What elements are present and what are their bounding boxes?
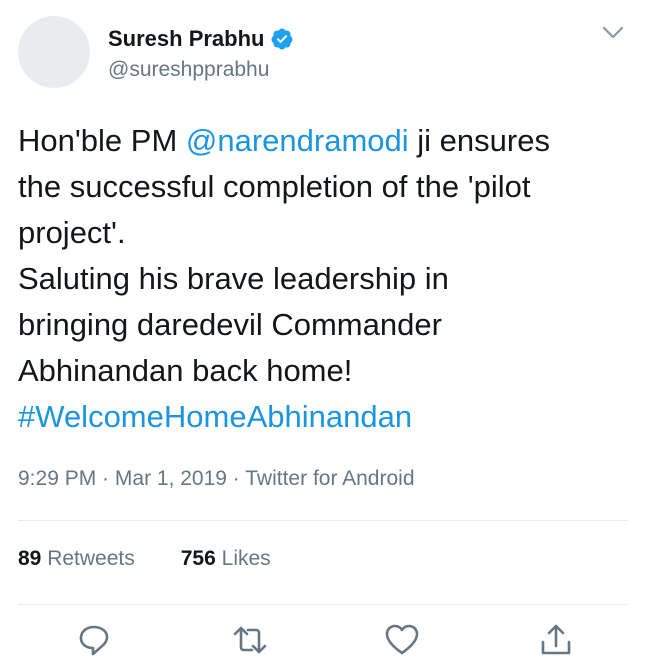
verified-badge-icon [271, 28, 293, 50]
tweet-source[interactable]: Twitter for Android [245, 467, 414, 490]
tweet-line: #WelcomeHomeAbhinandan [18, 394, 628, 440]
likes-label: Likes [221, 547, 271, 570]
tweet-stats: 89 Retweets 756 Likes [18, 547, 271, 571]
tweet-line: project'. [18, 215, 126, 250]
retweets-stat[interactable]: 89 Retweets [18, 547, 135, 570]
retweets-label: Retweets [47, 547, 135, 570]
retweets-count: 89 [18, 547, 42, 570]
tweet-line: Hon'ble PM @narendramodi ji ensures [18, 123, 550, 158]
tweet-meta: 9:29 PM · Mar 1, 2019 · Twitter for Andr… [18, 467, 415, 490]
share-icon[interactable] [538, 622, 574, 658]
tweet-text: Hon'ble PM @narendramodi ji ensures the … [18, 118, 628, 440]
author-name[interactable]: Suresh Prabhu [108, 26, 264, 52]
tweet-date[interactable]: Mar 1, 2019 [115, 467, 227, 490]
likes-stat[interactable]: 756 Likes [181, 547, 271, 570]
mention-link[interactable]: @narendramodi [186, 123, 409, 158]
tweet-line: Abhinandan back home! [18, 353, 353, 388]
author-handle[interactable]: @sureshpprabhu [108, 58, 269, 82]
chevron-down-icon[interactable] [602, 26, 624, 40]
likes-count: 756 [180, 547, 216, 570]
tweet-line: bringing daredevil Commander [18, 307, 442, 342]
retweet-icon[interactable] [232, 622, 268, 658]
reply-icon[interactable] [76, 622, 112, 658]
tweet-time[interactable]: 9:29 PM [18, 467, 96, 490]
author-name-row[interactable]: Suresh Prabhu [108, 26, 294, 52]
action-bar [0, 622, 646, 662]
divider [18, 520, 628, 521]
tweet-line: the successful completion of the 'pilot [18, 169, 531, 204]
heart-icon[interactable] [384, 622, 420, 658]
hashtag-link[interactable]: #WelcomeHomeAbhinandan [18, 399, 412, 434]
tweet-line: Saluting his brave leadership in [18, 261, 449, 296]
divider [18, 604, 628, 605]
avatar[interactable] [18, 16, 90, 88]
